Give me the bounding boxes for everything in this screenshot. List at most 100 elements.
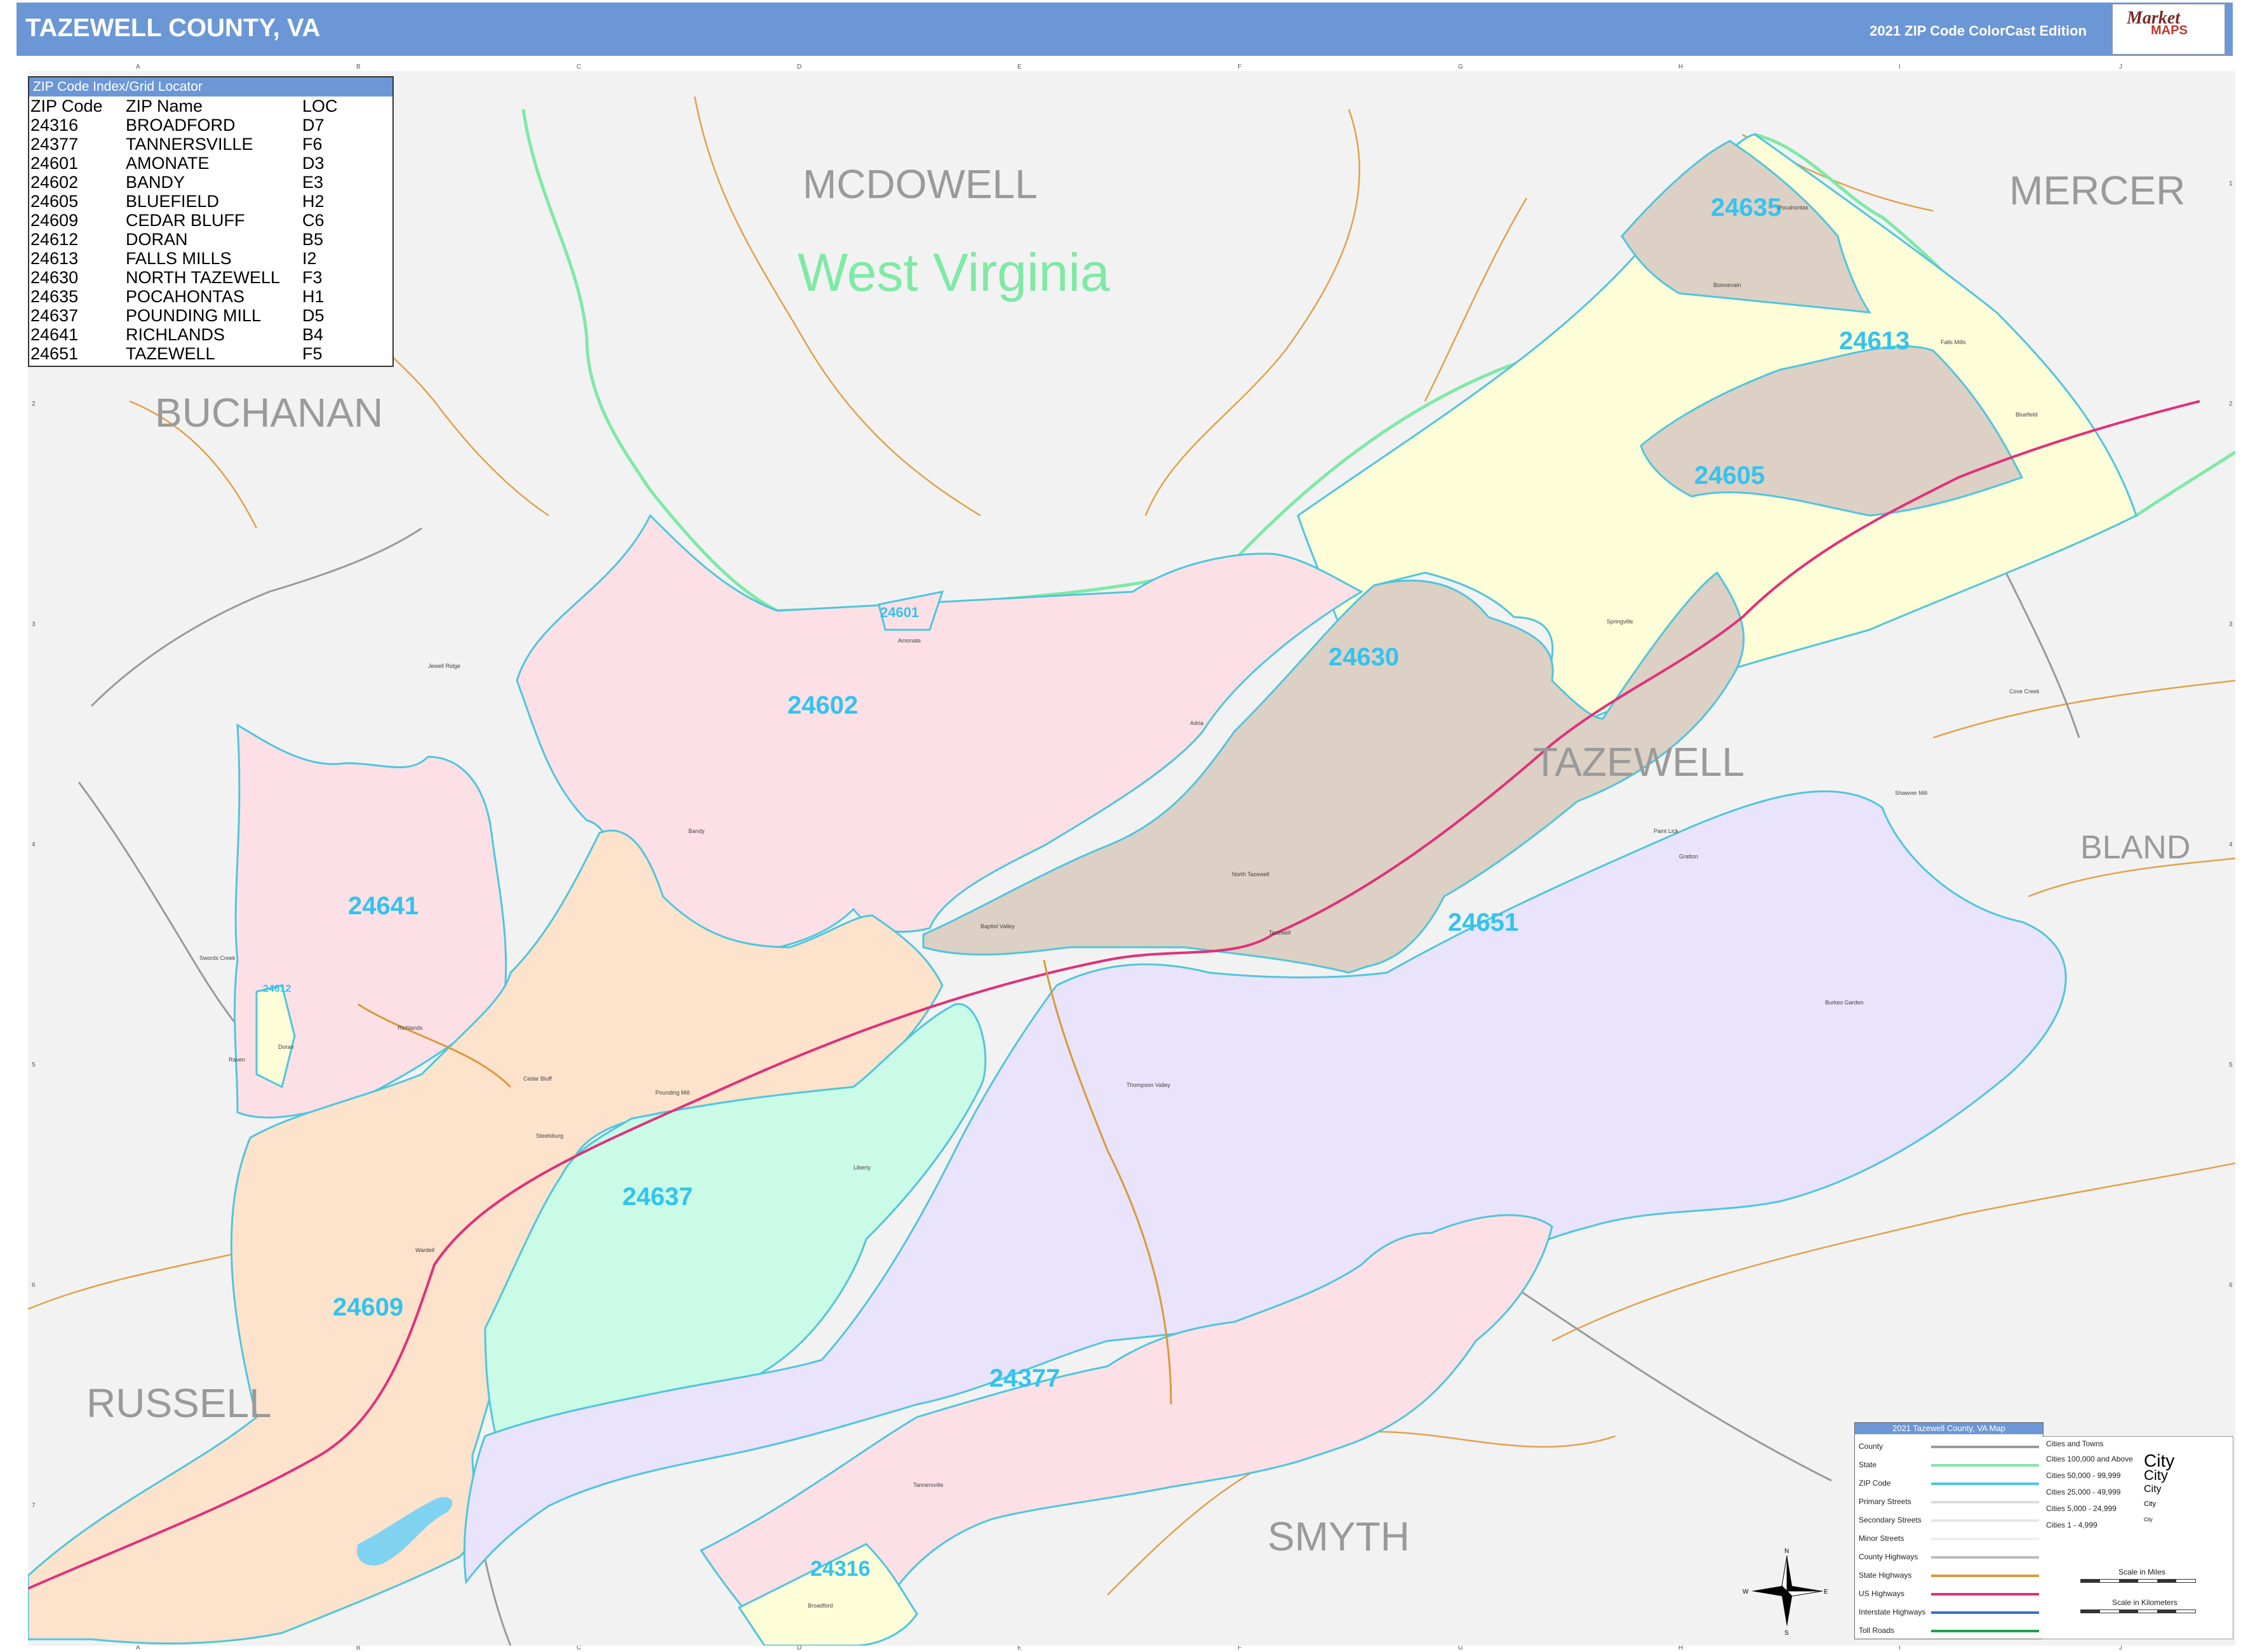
title-bar: TAZEWELL COUNTY, VA 2021 ZIP Code ColorC… [17, 3, 2233, 56]
city-class-sample: City [2144, 1500, 2156, 1508]
grid-column-label: J [2119, 63, 2122, 70]
place-tazewell: Tazewell [1269, 929, 1291, 936]
place-tannersville: Tannersville [913, 1482, 944, 1488]
zip-code-cell: 24377 [30, 135, 79, 154]
legend-item: Primary Streets [1859, 1497, 1911, 1506]
map-legend: 2021 Tazewell County, VA Map County State… [1854, 1422, 2044, 1639]
legend-item: State Highways [1859, 1571, 1912, 1580]
legend-symbol [1931, 1556, 2039, 1559]
place-thompson-valley: Thompson Valley [1127, 1082, 1170, 1088]
zip-name-cell: BANDY [126, 173, 185, 192]
zip-index-header-row: ZIP Code ZIP Name LOC [30, 97, 340, 116]
logo-maps: MAPS [2151, 23, 2188, 37]
place-pocahontas: Pocahontas [1778, 204, 1809, 211]
loc-cell: C6 [302, 211, 324, 230]
legend-symbol [1931, 1519, 2039, 1522]
zip-code-cell: 24641 [30, 325, 79, 344]
loc-cell: B5 [302, 230, 324, 249]
county-label-mercer: MERCER [2009, 168, 2185, 213]
place-burkes-garden: Burkes Garden [1825, 999, 1864, 1006]
compass-e: E [1824, 1589, 1828, 1595]
city-class-label: Cities 25,000 - 49,999 [2046, 1488, 2121, 1496]
county-label-buchanan: BUCHANAN [155, 390, 383, 436]
zip-index-table: ZIP Code ZIP Name LOC 24316 BROADFORD D7 24… [30, 97, 340, 363]
place-paint-lick: Paint Lick [1654, 828, 1679, 834]
zip-name-cell: NORTH TAZEWELL [126, 268, 281, 287]
place-north-tazewell: North Tazewell [1232, 871, 1269, 877]
legend-symbol [1931, 1575, 2039, 1577]
grid-column-label: I [1899, 63, 1901, 70]
place-amonate: Amonate [898, 637, 921, 644]
legend-symbol [1931, 1501, 2039, 1503]
grid-column-label: D [797, 63, 802, 70]
legend-item: Secondary Streets [1859, 1515, 1922, 1524]
cities-heading: Cities and Towns [2046, 1439, 2104, 1448]
grid-column-label: E [1017, 63, 1022, 70]
county-label-mcdowell: MCDOWELL [803, 161, 1038, 207]
loc-cell: H2 [302, 192, 324, 211]
place-falls-mills: Falls Mills [1941, 339, 1966, 345]
city-class-sample: City [2144, 1517, 2153, 1522]
grid-row-label: 2 [32, 401, 36, 408]
grid-ruler-top: A B C D E F G H I J [28, 63, 2235, 71]
legend-item: Interstate Highways [1859, 1608, 1926, 1616]
place-broadford: Broadford [808, 1602, 833, 1609]
city-class-label: Cities 50,000 - 99,999 [2046, 1471, 2121, 1480]
zip-code-cell: 24635 [30, 287, 79, 306]
zip-label-24635: 24635 [1711, 194, 1781, 222]
legend-item: Minor Streets [1859, 1534, 1904, 1543]
place-liberty: Liberty [853, 1164, 871, 1171]
city-class-label: Cities 100,000 and Above [2046, 1455, 2133, 1463]
county-label-smyth: SMYTH [1268, 1514, 1410, 1559]
zip-index-row: 24637 POUNDING MILL D5 [30, 306, 340, 325]
zip-index-row: 24613 FALLS MILLS I2 [30, 249, 340, 268]
grid-row-label: 5 [32, 1062, 36, 1069]
zip-name-cell: BROADFORD [126, 116, 236, 135]
zip-index-row: 24612 DORAN B5 [30, 230, 340, 249]
zip-code-cell: 24605 [30, 192, 79, 211]
scale-bar-miles [2080, 1579, 2196, 1583]
legend-item: State [1859, 1460, 1877, 1469]
edition-label: 2021 ZIP Code ColorCast Edition [1870, 23, 2087, 39]
zip-label-24601: 24601 [880, 604, 919, 620]
zip-label-24609: 24609 [333, 1293, 403, 1321]
zip-label-24377: 24377 [989, 1364, 1060, 1392]
compass-s: S [1784, 1630, 1789, 1635]
zip-code-cell: 24651 [30, 344, 79, 363]
grid-column-label: B [356, 63, 361, 70]
loc-cell: B4 [302, 325, 324, 344]
grid-column-label: C [577, 63, 582, 70]
grid-row-label: 6 [32, 1282, 36, 1289]
legend-item: Toll Roads [1859, 1626, 1895, 1635]
zip-name-cell: DORAN [126, 230, 188, 249]
zip-index-row: 24630 NORTH TAZEWELL F3 [30, 268, 340, 287]
place-bandy: Bandy [688, 828, 705, 834]
zip-index-header: ZIP Code Index/Grid Locator [29, 77, 392, 97]
zip-index-row: 24635 POCAHONTAS H1 [30, 287, 340, 306]
place-cedar-bluff: Cedar Bluff [523, 1076, 552, 1082]
zip-name-cell: BLUEFIELD [126, 192, 220, 211]
grid-row-label: 4 [2229, 841, 2233, 848]
zip-name-cell: POUNDING MILL [126, 306, 262, 325]
zip-code-cell: 24316 [30, 116, 79, 135]
county-label-russell: RUSSELL [86, 1380, 272, 1426]
city-class-label: Cities 1 - 4,999 [2046, 1521, 2097, 1529]
grid-row-label: 2 [2229, 401, 2233, 408]
place-richlands: Richlands [398, 1025, 423, 1031]
zip-label-24641: 24641 [348, 892, 418, 920]
zip-index-row: 24316 BROADFORD D7 [30, 116, 340, 135]
grid-column-label: H [1678, 63, 1683, 70]
zip-label-24316: 24316 [810, 1557, 871, 1581]
grid-row-label: 7 [32, 1502, 36, 1509]
legend-item: County [1859, 1442, 1883, 1451]
city-class-label: Cities 5,000 - 24,999 [2046, 1504, 2117, 1513]
zip-code-cell: 24601 [30, 154, 79, 173]
zip-index-row: 24651 TAZEWELL F5 [30, 344, 340, 363]
zip-label-24605: 24605 [1694, 462, 1765, 490]
place-boissevain: Boissevain [1713, 282, 1741, 288]
zip-code-cell: 24630 [30, 268, 79, 287]
legend-item: County Highways [1859, 1552, 1918, 1561]
grid-column-label: A [136, 63, 140, 70]
legend-item: ZIP Code [1859, 1479, 1891, 1488]
zip-name-cell: FALLS MILLS [126, 249, 232, 268]
